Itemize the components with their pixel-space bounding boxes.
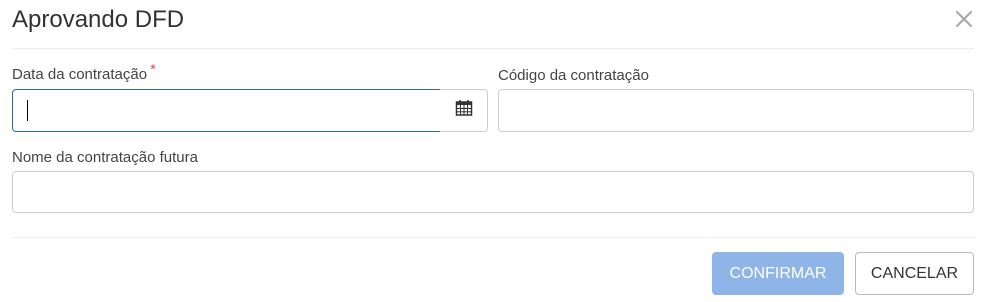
cancel-button[interactable]: CANCELAR bbox=[855, 252, 974, 295]
data-contratacao-label: Data da contratação * bbox=[12, 61, 156, 85]
codigo-contratacao-label: Código da contratação bbox=[498, 67, 649, 84]
data-contratacao-input[interactable] bbox=[12, 89, 441, 132]
header-divider bbox=[12, 48, 974, 49]
codigo-contratacao-input[interactable] bbox=[498, 89, 974, 132]
calendar-button[interactable] bbox=[440, 89, 488, 132]
approve-dfd-modal: Aprovando DFD Data da contratação * Códi… bbox=[0, 0, 987, 302]
nome-contratacao-futura-input[interactable] bbox=[12, 171, 974, 213]
nome-contratacao-futura-label: Nome da contratação futura bbox=[12, 149, 198, 166]
modal-title: Aprovando DFD bbox=[12, 6, 185, 33]
data-contratacao-label-text: Data da contratação bbox=[12, 66, 148, 83]
confirm-button[interactable]: CONFIRMAR bbox=[712, 252, 844, 295]
footer-divider bbox=[12, 237, 974, 238]
close-icon bbox=[953, 8, 975, 30]
required-mark: * bbox=[150, 61, 156, 78]
text-caret bbox=[27, 100, 28, 121]
calendar-icon bbox=[455, 99, 473, 122]
close-button[interactable] bbox=[953, 8, 975, 30]
